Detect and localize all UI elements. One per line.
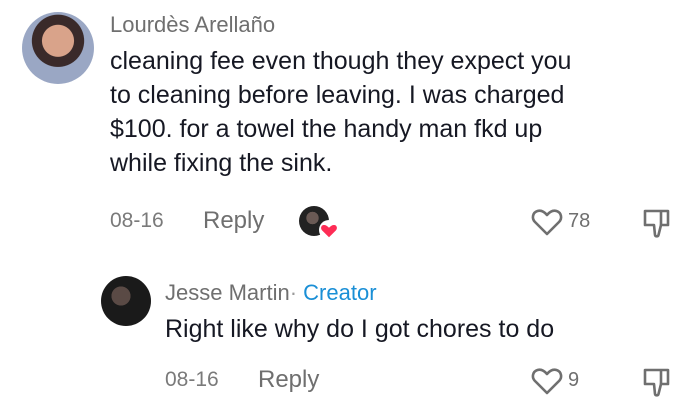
separator-dot: ·	[289, 280, 298, 305]
comment-reply-button[interactable]: Reply	[203, 207, 264, 235]
avatar-lourdes[interactable]	[22, 12, 94, 84]
comment-text-line: to cleaning before leaving. I was charge…	[110, 81, 565, 109]
comment-text: cleaning fee even though they expect you…	[110, 44, 571, 180]
comment-date: 08-16	[110, 209, 164, 232]
reply-dislike-icon[interactable]	[640, 364, 674, 400]
reply-username-row: Jesse Martin· Creator	[165, 280, 377, 306]
comment-text-line: $100. for a towel the handy man fkd up	[110, 115, 543, 143]
reply-text: Right like why do I got chores to do	[165, 315, 555, 343]
reply-date: 08-16	[165, 368, 219, 391]
creator-liked-heart-icon	[319, 220, 339, 240]
creator-label: Creator	[303, 280, 377, 305]
reply-reply-button[interactable]: Reply	[258, 366, 319, 394]
reply-like-count: 9	[568, 369, 580, 391]
reply-like-icon[interactable]	[530, 365, 564, 397]
avatar-jesse[interactable]	[101, 276, 151, 326]
comment-dislike-icon[interactable]	[640, 205, 674, 241]
comment-like-count: 78	[568, 210, 591, 232]
comment-username[interactable]: Lourdès Arellaño	[110, 12, 275, 38]
reply-username[interactable]: Jesse Martin	[165, 280, 290, 305]
comment-like-icon[interactable]	[530, 206, 564, 238]
comment-text-line: while fixing the sink.	[110, 149, 333, 177]
comment-text-line: cleaning fee even though they expect you	[110, 47, 572, 75]
